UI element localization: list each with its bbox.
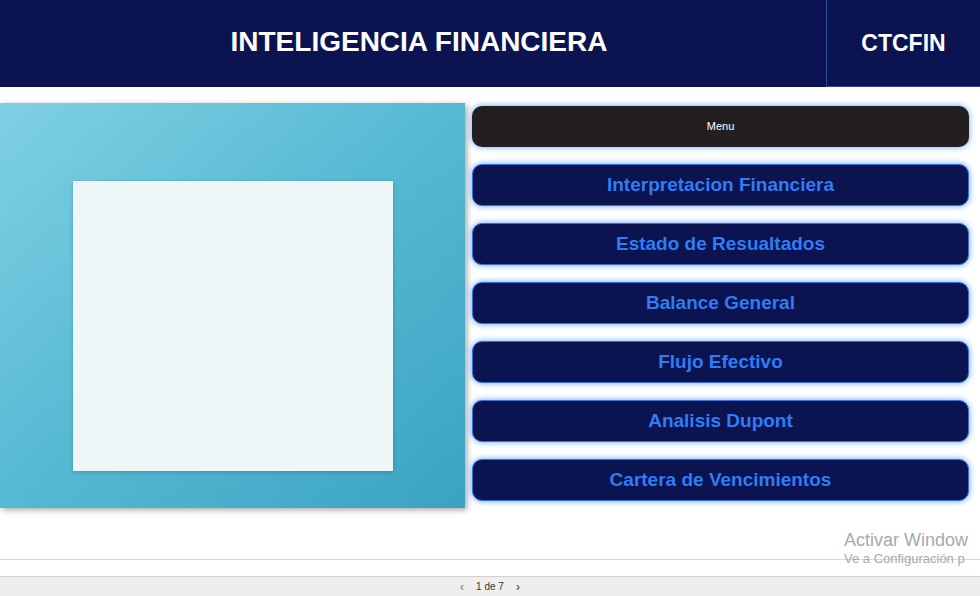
pager-bar: ‹ 1 de 7 › bbox=[0, 576, 980, 596]
menu-button[interactable]: Cartera de Vencimientos bbox=[472, 459, 969, 501]
windows-activation-watermark: Activar WindowVe a Configuración p bbox=[844, 529, 968, 567]
next-page-button[interactable]: › bbox=[516, 581, 520, 593]
prev-page-button[interactable]: ‹ bbox=[460, 581, 464, 593]
page-indicator: 1 de 7 bbox=[476, 582, 504, 592]
menu-button[interactable]: Flujo Efectivo bbox=[472, 341, 969, 383]
brand-box: CTCFIN bbox=[826, 0, 980, 87]
menu-button[interactable]: Balance General bbox=[472, 282, 969, 324]
menu-panel: Menu Interpretacion Financiera Estado de R… bbox=[472, 103, 969, 508]
header-bar: INTELIGENCIA FINANCIERA CTCFIN bbox=[0, 0, 980, 87]
menu-button[interactable]: Analisis Dupont bbox=[472, 400, 969, 442]
report-title: INTELIGENCIA FINANCIERA bbox=[231, 21, 608, 63]
finance-photo bbox=[0, 103, 465, 508]
report-page: INTELIGENCIA FINANCIERA CTCFIN Menu Interpr… bbox=[0, 0, 980, 596]
divider-line bbox=[0, 559, 980, 560]
menu-button[interactable]: Estado de Resualtados bbox=[472, 223, 969, 265]
menu-button[interactable]: Interpretacion Financiera bbox=[472, 164, 969, 206]
menu-header-button[interactable]: Menu bbox=[472, 106, 969, 147]
